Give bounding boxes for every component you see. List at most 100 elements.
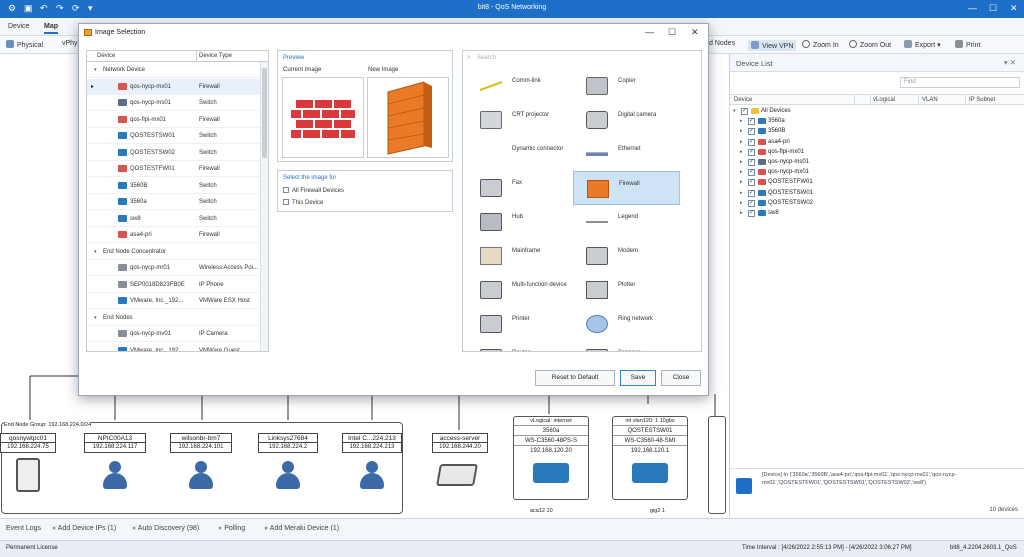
gallery-item-copier[interactable]: Copier [573,69,680,103]
tree-row[interactable]: 3560a Switch [87,194,261,210]
find-input[interactable]: Find [900,77,1020,88]
tab-event-logs[interactable]: Event Logs [6,525,41,532]
checkbox[interactable]: ✓ [748,128,755,136]
switch-partial[interactable] [708,416,726,514]
print-button[interactable]: Print [955,40,980,49]
gallery-search-input[interactable]: Search [477,55,496,61]
tab-add-device-ips[interactable]: ● Add Device IPs (1) [52,525,116,532]
col-vlogical[interactable]: vLogical [873,97,895,103]
user-icon[interactable] [273,460,303,490]
tab-add-meraki[interactable]: ● Add Meraki Device (1) [264,525,339,532]
checkbox[interactable]: ✓ [748,148,755,156]
dialog-minimize-icon[interactable]: — [645,27,654,37]
gallery-item-router[interactable]: Router [467,341,574,351]
tree-col-device[interactable]: Device [97,53,115,59]
save-button[interactable]: Save [620,370,656,386]
gallery-item-legend[interactable]: Legend [573,205,680,239]
device-list-item[interactable]: ▸ ✓ QOSTESTFW01 [730,177,1024,187]
collapse-icon[interactable]: ▾ [94,67,97,73]
tab-polling[interactable]: ● Polling [218,525,245,532]
gallery-item-plotter[interactable]: Plotter [573,273,680,307]
map-node[interactable]: Intel C...224.213 192.168.224.213 [342,433,402,453]
checkbox-all[interactable] [283,187,289,193]
tree-row[interactable]: qos-nycp-ms01 Switch [87,95,261,111]
expand-icon[interactable]: ▸ [740,147,743,157]
dialog-maximize-icon[interactable]: ☐ [668,27,676,38]
device-list-item[interactable]: ▸ ✓ 3560B [730,126,1024,136]
gallery-item-ethernet[interactable]: Ethernet [573,137,680,171]
filter-icon[interactable] [736,478,752,494]
tree-row[interactable]: VMware, Inc._192... VMWare Guest [87,343,261,351]
checkbox[interactable]: ✓ [748,118,755,126]
checkbox[interactable]: ✓ [748,189,755,197]
tree-row[interactable]: qos-nycp-mr01 Wireless Access Poi... [87,260,261,276]
tree-row[interactable]: SEP0018D823FB0E IP Phone [87,277,261,293]
zoom-in-button[interactable]: Zoom In [802,40,839,49]
tree-row[interactable]: 3560B Switch [87,178,261,194]
gallery-item-modem[interactable]: Modem [573,239,680,273]
tree-row[interactable]: sw8 Switch [87,211,261,227]
gallery-item-crt-projector[interactable]: CRT projector [467,103,574,137]
collapse-icon[interactable]: ▾ [94,249,97,255]
tree-scrollbar[interactable] [260,62,268,351]
checkbox[interactable]: ✓ [748,158,755,166]
zoom-out-button[interactable]: Zoom Out [849,40,891,49]
gallery-item-scanner[interactable]: Scanner [573,341,680,351]
device-list-item[interactable]: ▸ ✓ QOSTESTSW02 [730,198,1024,208]
checkbox[interactable]: ✓ [748,169,755,177]
minimize-icon[interactable]: — [968,3,977,13]
col-ip-subnet[interactable]: IP Subnet [969,97,995,103]
view-vpn-button[interactable]: View VPN [748,40,797,51]
tree-group[interactable]: ▾ End Nodes [87,310,261,326]
tree-row[interactable]: qos-nycp-mv01 IP Camera [87,326,261,342]
device-list-item[interactable]: ▸ ✓ qos-nycp-ms01 [730,157,1024,167]
checkbox-this[interactable] [283,199,289,205]
option-all-firewall[interactable]: All Firewall Devices [283,187,344,194]
map-node[interactable]: access-server 192.168.244.20 [432,433,488,453]
user-icon[interactable] [186,460,216,490]
device-list-item[interactable]: ▸ ✓ sw8 [730,208,1024,218]
tree-group[interactable]: ▾ End Node Concentrator [87,244,261,260]
tab-map[interactable]: Map [44,23,58,34]
tree-row[interactable]: VMware, Inc._192... VMWare ESX Host [87,293,261,309]
close-button[interactable]: Close [661,370,701,386]
map-node[interactable]: NPIC00A13 192.168.224.117 [84,433,146,453]
tree-group[interactable]: ▾ Network Device [87,62,261,78]
gallery-item-dynamic-connector[interactable]: Dynamic connector [467,137,574,171]
checkbox[interactable]: ✓ [741,108,748,115]
physical-button[interactable]: Physical [6,40,43,49]
expand-icon[interactable]: ▸ [740,137,743,147]
expand-icon[interactable]: ▸ [740,177,743,187]
device-list-item[interactable]: ▸ ✓ qos-nycp-mx01 [730,167,1024,177]
user-icon[interactable] [100,460,130,490]
tree-row[interactable]: ▸ qos-nycp-mx01 Firewall [87,78,261,95]
map-node[interactable]: Linksys27684 192.168.224.2 [258,433,318,453]
tree-row[interactable]: QOSTESTSW02 Switch [87,145,261,161]
tab-device[interactable]: Device [8,23,29,30]
pin-icon[interactable]: ▾ ✕ [1004,58,1016,67]
gallery-item-hub[interactable]: Hub [467,205,574,239]
user-icon[interactable] [357,460,387,490]
expand-icon[interactable]: ▸ [740,208,743,218]
map-node[interactable]: wilsonbr-bm7 192.168.224.101 [170,433,232,453]
gallery-item-ring-network[interactable]: Ring network [573,307,680,341]
device-list-item[interactable]: ▸ ✓ QOSTESTSW01 [730,188,1024,198]
expand-icon[interactable]: ▸ [740,126,743,136]
tree-row[interactable]: qos-flpi-mx01 Firewall [87,112,261,128]
gallery-item-fax[interactable]: Fax [467,171,574,205]
expand-icon[interactable]: ▸ [740,157,743,167]
switch-3560a[interactable]: vLogical: internet 3560a WS-C3560-48PS-S… [513,416,589,500]
gallery-item-comm-link[interactable]: Comm-link [467,69,574,103]
device-list-item[interactable]: ▸ ✓ asa4-pri [730,137,1024,147]
col-vlan[interactable]: VLAN [922,97,938,103]
expand-icon[interactable]: ▸ [740,188,743,198]
collapse-icon[interactable]: ▾ [94,315,97,321]
checkbox[interactable]: ✓ [748,179,755,187]
close-icon[interactable]: ✕ [1010,3,1018,14]
collapse-icon[interactable]: ▾ [733,106,736,116]
gallery-item-printer[interactable]: Printer [467,307,574,341]
gallery-item-firewall[interactable]: Firewall [573,171,680,205]
dialog-close-icon[interactable]: ✕ [691,27,699,38]
tree-col-type[interactable]: Device Type [199,53,232,59]
gallery-item-mainframe[interactable]: Mainframe [467,239,574,273]
